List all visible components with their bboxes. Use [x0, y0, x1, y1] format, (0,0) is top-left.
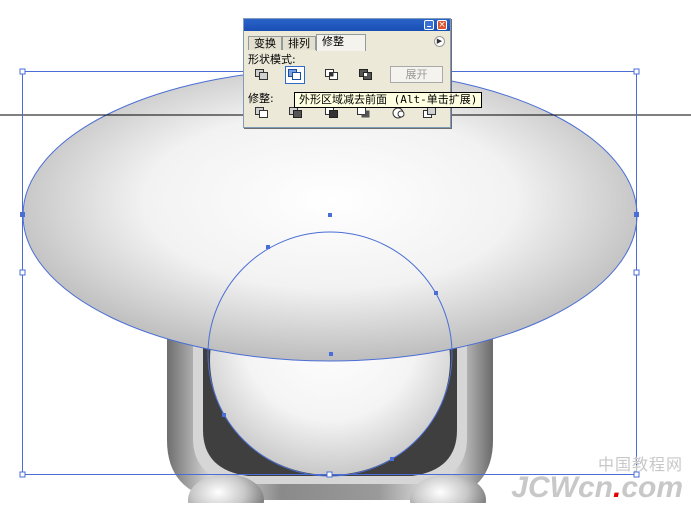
pathfinder-palette: × 变换 排列 修整 ▶ 形状模式: 展开 修整: [243, 18, 451, 128]
exclude-overlapping-shape-areas-button[interactable] [356, 66, 376, 84]
intersect-shape-areas-button[interactable] [322, 66, 342, 84]
watermark-en: JCWcn.com [511, 473, 683, 503]
subtract-from-shape-area-button[interactable] [285, 66, 305, 84]
exclude-overlapping-shape-areas-icon [359, 69, 372, 80]
minus-back-icon [423, 107, 436, 118]
crop-icon [357, 107, 370, 118]
add-to-shape-area-icon [255, 69, 268, 80]
tab-align[interactable]: 排列 [282, 36, 316, 50]
shape-modes-label: 形状模式: [248, 53, 296, 66]
minimize-button[interactable] [424, 20, 434, 30]
close-icon: × [438, 20, 446, 30]
add-to-shape-area-button[interactable] [252, 66, 272, 84]
watermark-tld: com [621, 471, 683, 504]
divide-button[interactable] [252, 104, 272, 122]
outline-icon [392, 107, 405, 119]
tab-pathfinder[interactable]: 修整 [316, 34, 366, 51]
tooltip: 外形区域减去前面 (Alt-单击扩展) [294, 92, 483, 108]
watermark: 中国教程网 JCWcn.com [511, 451, 683, 503]
expand-button[interactable]: 展开 [390, 66, 443, 83]
tab-transform[interactable]: 变换 [248, 36, 282, 50]
merge-icon [325, 107, 338, 118]
watermark-en-main: JCWcn [511, 471, 613, 504]
subtract-from-shape-area-icon [288, 69, 301, 80]
palette-menu-button[interactable]: ▶ [434, 36, 445, 47]
close-button[interactable]: × [437, 20, 447, 30]
trim-icon [289, 107, 302, 118]
divide-icon [255, 107, 268, 118]
intersect-shape-areas-icon [325, 69, 338, 80]
triangle-right-icon: ▶ [436, 37, 443, 45]
palette-titlebar[interactable]: × [244, 19, 450, 31]
